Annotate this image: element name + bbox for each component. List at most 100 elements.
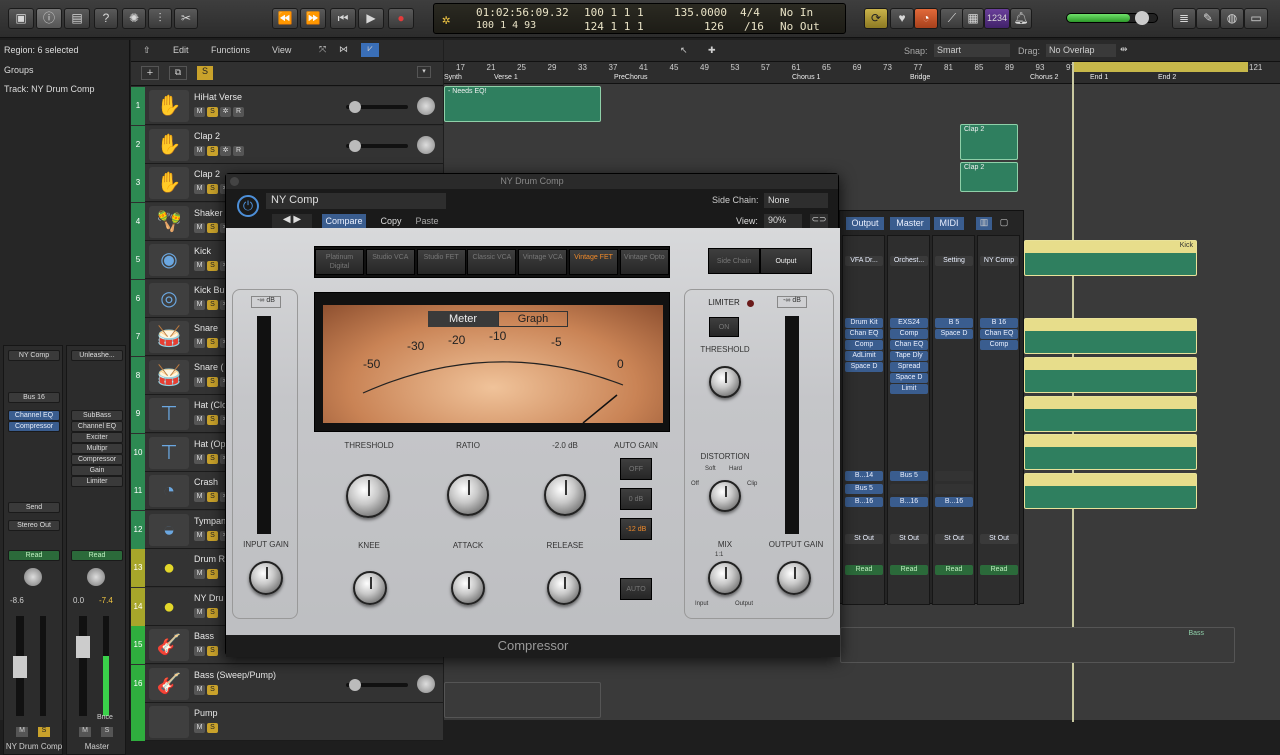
mute-button[interactable]: M xyxy=(16,727,28,737)
copy-button[interactable]: Copy xyxy=(376,214,406,228)
threshold-knob[interactable] xyxy=(346,474,390,518)
track-row[interactable]: 2 ✋ Clap 2 M S ✲ R xyxy=(131,125,443,164)
marker-label[interactable]: Verse 1 xyxy=(494,74,518,81)
back-arrow-icon[interactable]: ⇧ xyxy=(143,45,151,56)
output-slot[interactable]: St Out xyxy=(845,534,883,544)
region-crash[interactable] xyxy=(1024,473,1197,509)
marker-label[interactable]: Bridge xyxy=(910,74,930,81)
metronome-button[interactable]: ▦ xyxy=(962,8,984,29)
mute-button[interactable]: M xyxy=(194,569,205,579)
send-slot[interactable]: B...16 xyxy=(890,497,928,507)
solo-button[interactable]: S xyxy=(207,530,218,541)
duplicate-track-button[interactable]: ⧉ xyxy=(169,66,187,80)
marker-label[interactable]: Chorus 2 xyxy=(1030,74,1058,81)
solo-button[interactable]: S xyxy=(207,415,218,425)
mute-button[interactable]: M xyxy=(194,261,205,271)
pan-knob[interactable] xyxy=(417,674,435,693)
list-editors-button[interactable]: ≣ xyxy=(1172,8,1196,29)
region-clap-2[interactable]: Clap 2 xyxy=(960,162,1018,192)
mute-button[interactable]: M xyxy=(194,646,205,656)
pointer-tool-icon[interactable]: ↖ xyxy=(680,45,688,56)
track-row[interactable]: Pump M S xyxy=(131,703,443,741)
limiter-threshold-knob[interactable] xyxy=(709,366,741,398)
insert-slot[interactable]: Space D xyxy=(890,373,928,383)
strip-bus[interactable]: Bus 16 xyxy=(8,392,60,403)
insert-slot[interactable]: Spread xyxy=(890,362,928,372)
mute-button[interactable]: M xyxy=(194,376,205,387)
output-slot[interactable]: Stereo Out xyxy=(8,520,60,531)
region-bass-sweep[interactable] xyxy=(444,682,601,718)
pan-knob[interactable] xyxy=(417,135,435,154)
volume-slider-handle[interactable] xyxy=(349,101,361,113)
send-slot[interactable]: B...16 xyxy=(935,497,973,507)
strip-setting[interactable]: Unleashe... xyxy=(71,350,123,361)
paste-button[interactable]: Paste xyxy=(412,214,442,228)
track-name[interactable]: Bass xyxy=(194,631,214,641)
track-name[interactable]: Hat (Clo xyxy=(194,400,227,410)
automation-mode[interactable]: Read xyxy=(845,565,883,575)
track-name[interactable]: Kick Bu xyxy=(194,285,225,295)
cycle-range[interactable] xyxy=(1072,62,1248,72)
ratio-knob[interactable] xyxy=(447,474,489,516)
solo-button[interactable]: S xyxy=(207,453,218,464)
snap-select[interactable]: Smart xyxy=(934,44,1010,57)
plugin-title[interactable]: NY Drum Comp xyxy=(226,174,838,189)
preset-menu[interactable]: NY Comp xyxy=(266,193,446,209)
mute-button[interactable]: M xyxy=(194,492,205,502)
marker-label[interactable]: PreChorus xyxy=(614,74,647,81)
insert-slot[interactable]: Drum Kit xyxy=(845,318,883,328)
track-name[interactable]: HiHat Verse xyxy=(194,92,242,102)
solo-button[interactable]: ⟋ xyxy=(940,8,964,29)
solo-button[interactable]: S xyxy=(207,299,218,310)
strip-setting[interactable]: Orchest... xyxy=(890,256,928,266)
pencil-tool-icon[interactable]: ✚ xyxy=(708,45,716,56)
mute-button[interactable]: M xyxy=(194,453,205,464)
mute-button[interactable]: M xyxy=(194,107,205,117)
play-button[interactable]: ▶ xyxy=(358,8,384,29)
attack-knob[interactable] xyxy=(451,571,485,605)
input-gain-knob[interactable] xyxy=(249,561,283,595)
notify-icon[interactable]: 🔔︎ xyxy=(1010,8,1032,29)
flex-icon[interactable]: ⩗ xyxy=(361,43,379,57)
volume-fader[interactable] xyxy=(13,616,27,716)
mute-button[interactable]: M xyxy=(194,184,205,194)
volume-fader[interactable] xyxy=(76,616,90,716)
region-clap-1[interactable]: Clap 2 xyxy=(960,124,1018,160)
pan-knob[interactable] xyxy=(417,97,435,115)
send-slot[interactable]: Bus 5 xyxy=(845,484,883,494)
loops-button[interactable]: ◍ xyxy=(1220,8,1244,29)
region-hat-open[interactable] xyxy=(1024,434,1197,470)
forward-button[interactable]: ⏩ xyxy=(300,8,326,29)
marker-label[interactable]: End 1 xyxy=(1090,74,1108,81)
solo-button[interactable]: S xyxy=(207,107,218,117)
mixer-tab-midi[interactable]: MIDI xyxy=(934,217,964,230)
track-name[interactable]: Drum R xyxy=(194,554,225,564)
region-inspector-header[interactable]: Region: 6 selected xyxy=(4,45,79,55)
go-to-start-button[interactable]: ⏮ xyxy=(330,8,356,29)
release-knob[interactable] xyxy=(547,571,581,605)
strip-setting[interactable]: NY Comp xyxy=(8,350,60,361)
strip-setting[interactable]: Setting xyxy=(935,256,973,266)
mute-button[interactable]: M xyxy=(194,530,205,541)
insert-slot[interactable]: B 5 xyxy=(935,318,973,328)
send-slot[interactable]: B...14 xyxy=(845,471,883,481)
insert-slot[interactable]: Tape Dly xyxy=(890,351,928,361)
track-name[interactable]: Hat (Op xyxy=(194,439,226,449)
track-inspector-header[interactable]: Track: NY Drum Comp xyxy=(4,84,95,94)
send-slot[interactable] xyxy=(935,484,973,494)
track-options-button[interactable]: ▾ xyxy=(417,66,431,78)
inspector-button[interactable]: ⓘ xyxy=(36,8,62,29)
insert-slot[interactable]: AdLimit xyxy=(845,351,883,361)
library-button[interactable]: ▣ xyxy=(8,8,34,29)
compare-button[interactable]: Compare xyxy=(322,214,366,228)
link-icon[interactable]: ⋈ xyxy=(339,44,348,55)
replace-button[interactable]: ◔ xyxy=(914,8,938,29)
automation-mode[interactable]: Read xyxy=(8,550,60,561)
view-menu[interactable]: View xyxy=(272,45,291,55)
tuner-button[interactable]: ♥ xyxy=(890,8,914,29)
marker-label[interactable]: Chorus 1 xyxy=(792,74,820,81)
mute-button[interactable]: M xyxy=(194,607,205,618)
close-icon[interactable] xyxy=(230,177,239,186)
insert-slot[interactable]: Comp xyxy=(890,329,928,339)
edit-menu[interactable]: Edit xyxy=(173,45,189,55)
